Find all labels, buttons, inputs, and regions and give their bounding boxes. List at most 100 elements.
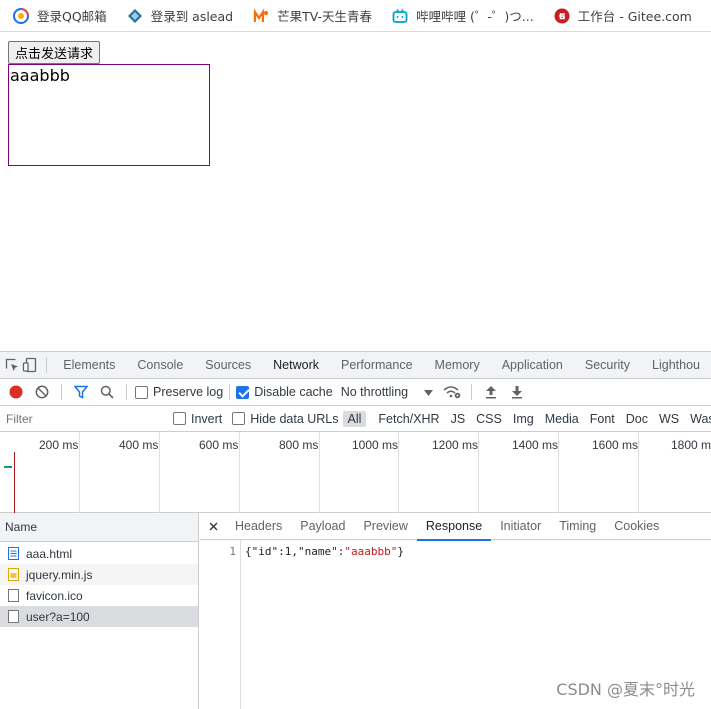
timeline-tick-label: 400 ms	[119, 438, 158, 452]
bookmark-label: 登录QQ邮箱	[37, 6, 107, 25]
timeline-tick-label: 1800 ms	[671, 438, 711, 452]
filter-type-img[interactable]: Img	[508, 411, 539, 427]
timeline-tick-label: 1600 ms	[592, 438, 638, 452]
tab-headers[interactable]: Headers	[226, 513, 291, 540]
request-name: jquery.min.js	[26, 568, 92, 582]
tab-cookies[interactable]: Cookies	[605, 513, 668, 540]
file-icon	[8, 610, 19, 623]
invert-option[interactable]: Invert	[173, 412, 222, 426]
timeline-tick-label: 600 ms	[199, 438, 238, 452]
disable-cache-checkbox[interactable]	[236, 386, 249, 399]
json-punct: ,	[291, 545, 298, 558]
filter-type-ws[interactable]: WS	[654, 411, 684, 427]
network-conditions-icon[interactable]	[439, 379, 465, 406]
disable-cache-option[interactable]: Disable cache	[236, 385, 333, 399]
timeline-gridline	[398, 432, 399, 513]
tab-security[interactable]: Security	[574, 352, 641, 379]
hide-data-urls-checkbox[interactable]	[232, 412, 245, 425]
bookmark-label: 登录到 aslead	[151, 6, 233, 25]
throttling-select[interactable]: No throttling	[341, 385, 433, 399]
timeline-tick-label: 1400 ms	[512, 438, 558, 452]
tab-console[interactable]: Console	[126, 352, 194, 379]
filter-type-wasm[interactable]: Wasm	[685, 411, 711, 427]
tab-lighthouse[interactable]: Lighthou	[641, 352, 711, 379]
filter-type-all[interactable]: All	[343, 411, 367, 427]
separator	[126, 384, 127, 400]
filter-input[interactable]	[0, 408, 161, 430]
bookmark-gitee[interactable]: 工作台 - Gitee.com	[541, 2, 699, 30]
timeline-tick-label: 1200 ms	[432, 438, 478, 452]
script-icon	[8, 568, 19, 581]
request-name: favicon.ico	[26, 589, 83, 603]
tab-application[interactable]: Application	[491, 352, 574, 379]
bookmark-ma[interactable]: Ma	[699, 2, 711, 30]
tab-initiator[interactable]: Initiator	[491, 513, 550, 540]
bookmark-label: 哔哩哔哩 (゜-゜)つ...	[416, 6, 534, 25]
result-box: aaabbb	[8, 64, 210, 166]
bilibili-icon	[392, 8, 408, 24]
timeline-load-marker	[14, 452, 15, 513]
filter-icon[interactable]	[68, 379, 94, 406]
bookmark-bilibili[interactable]: 哔哩哔哩 (゜-゜)つ...	[379, 2, 541, 30]
separator	[471, 384, 472, 400]
hide-data-urls-option[interactable]: Hide data URLs	[232, 412, 338, 426]
tab-payload[interactable]: Payload	[291, 513, 354, 540]
network-timeline-overview[interactable]: 200 ms 400 ms 600 ms 800 ms 1000 ms 1200…	[0, 432, 711, 513]
bookmark-qq-mail[interactable]: 登录QQ邮箱	[0, 2, 114, 30]
json-punct: }	[397, 545, 404, 558]
request-name: aaa.html	[26, 547, 72, 561]
bookmark-aslead[interactable]: 登录到 aslead	[114, 2, 240, 30]
filter-type-css[interactable]: CSS	[471, 411, 507, 427]
gitee-icon	[554, 8, 570, 24]
json-key: "name"	[298, 545, 338, 558]
tab-sources[interactable]: Sources	[194, 352, 262, 379]
request-row-user[interactable]: user?a=100	[0, 606, 198, 627]
timeline-gridline	[159, 432, 160, 513]
tab-elements[interactable]: Elements	[52, 352, 126, 379]
filter-type-media[interactable]: Media	[540, 411, 584, 427]
aslead-icon	[127, 8, 143, 24]
bookmark-label: 芒果TV-天生青春	[277, 6, 372, 25]
export-har-icon[interactable]	[504, 379, 530, 406]
response-code-line: {"id":1,"name":"aaabbb"}	[245, 545, 404, 558]
request-row-aaa-html[interactable]: aaa.html	[0, 543, 198, 564]
timeline-gridline	[239, 432, 240, 513]
filter-type-font[interactable]: Font	[585, 411, 620, 427]
name-column-header[interactable]: Name	[0, 513, 198, 542]
tab-preview[interactable]: Preview	[354, 513, 416, 540]
separator	[61, 384, 62, 400]
tab-performance[interactable]: Performance	[330, 352, 424, 379]
close-icon[interactable]	[200, 522, 226, 531]
search-icon[interactable]	[94, 379, 120, 406]
bookmark-mango-tv[interactable]: 芒果TV-天生青春	[240, 2, 379, 30]
inspect-element-icon[interactable]	[3, 352, 21, 379]
tab-timing[interactable]: Timing	[550, 513, 605, 540]
timeline-tick-label: 800 ms	[279, 438, 318, 452]
tab-response[interactable]: Response	[417, 513, 491, 540]
line-number-gutter: 1	[200, 540, 241, 709]
hide-data-urls-label: Hide data URLs	[250, 412, 338, 426]
import-har-icon[interactable]	[478, 379, 504, 406]
invert-checkbox[interactable]	[173, 412, 186, 425]
preserve-log-checkbox[interactable]	[135, 386, 148, 399]
watermark: CSDN @夏末°时光	[556, 676, 695, 700]
filter-bar: Invert Hide data URLs All Fetch/XHR JS C…	[0, 406, 711, 432]
filter-type-doc[interactable]: Doc	[621, 411, 653, 427]
throttling-value: No throttling	[341, 385, 408, 399]
clear-icon[interactable]	[29, 379, 55, 406]
request-row-jquery[interactable]: jquery.min.js	[0, 564, 198, 585]
send-request-button[interactable]: 点击发送请求	[8, 41, 100, 64]
device-toolbar-icon[interactable]	[21, 352, 39, 379]
request-row-favicon[interactable]: favicon.ico	[0, 585, 198, 606]
tab-network[interactable]: Network	[262, 352, 330, 379]
devtools-tab-bar: Elements Console Sources Network Perform…	[0, 352, 711, 379]
filter-type-fetch-xhr[interactable]: Fetch/XHR	[373, 411, 444, 427]
detail-tab-bar: Headers Payload Preview Response Initiat…	[200, 513, 711, 540]
tab-memory[interactable]: Memory	[424, 352, 491, 379]
dropdown-arrow-icon	[424, 385, 433, 399]
filter-type-js[interactable]: JS	[446, 411, 471, 427]
timeline-tick-label: 1000 ms	[352, 438, 398, 452]
record-icon[interactable]	[3, 379, 29, 406]
preserve-log-option[interactable]: Preserve log	[135, 385, 223, 399]
separator	[46, 357, 47, 373]
